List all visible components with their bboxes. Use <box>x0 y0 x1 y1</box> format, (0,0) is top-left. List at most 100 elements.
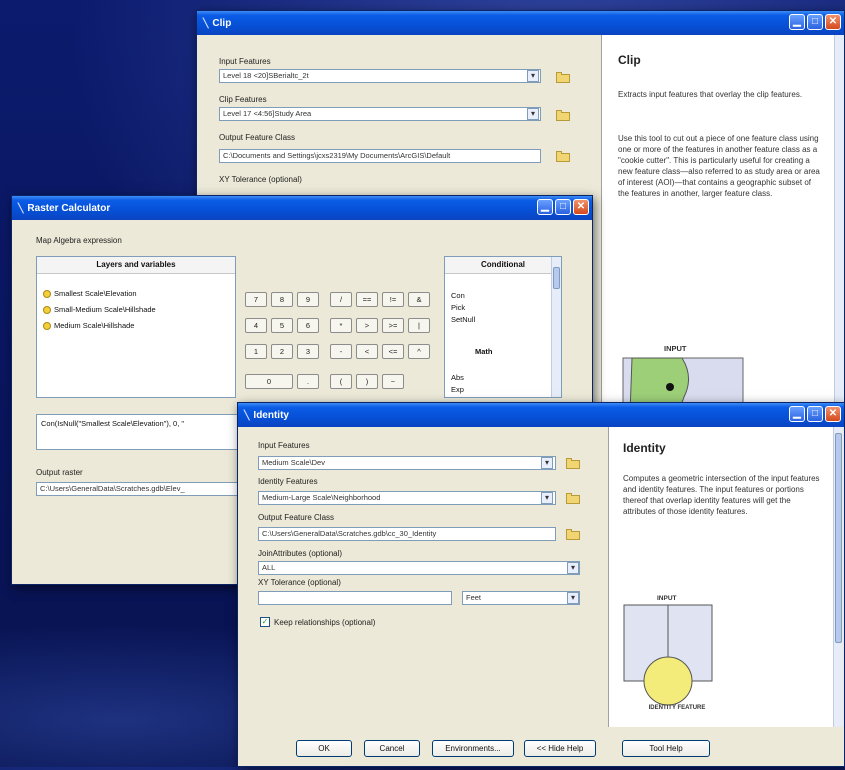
identity-features-label: Identity Features <box>258 477 318 486</box>
output-feature-class-field[interactable]: C:\Documents and Settings\jcxs2319\My Do… <box>219 149 541 163</box>
key-button[interactable]: 8 <box>271 292 293 307</box>
identity-titlebar[interactable]: ╲ Identity ▁ □ ✕ <box>238 403 844 427</box>
maximize-button[interactable]: □ <box>807 14 823 30</box>
clip-features-browse-icon[interactable] <box>555 108 571 122</box>
input-features-label: Input Features <box>219 57 271 66</box>
join-attributes-dropdown[interactable]: ▾ <box>567 562 579 574</box>
identity-features-field[interactable]: Medium-Large Scale\Neighborhood <box>258 491 556 505</box>
key-button[interactable]: 7 <box>245 292 267 307</box>
clip-features-label: Clip Features <box>219 95 267 104</box>
key-button[interactable]: - <box>330 344 352 359</box>
maximize-button[interactable]: □ <box>807 406 823 422</box>
key-button[interactable]: <= <box>382 344 404 359</box>
expression-box[interactable]: Con(IsNull("Smallest Scale\Elevation"), … <box>36 414 246 450</box>
key-button[interactable]: 2 <box>271 344 293 359</box>
join-attributes-label: JoinAttributes (optional) <box>258 549 343 558</box>
key-button[interactable]: 6 <box>297 318 319 333</box>
input-features-dropdown[interactable]: ▾ <box>541 457 553 469</box>
cancel-button[interactable]: Cancel <box>364 740 420 757</box>
raster-layer-icon <box>43 290 51 299</box>
clip-features-dropdown[interactable]: ▾ <box>527 108 539 120</box>
input-features-browse-icon[interactable] <box>565 456 581 470</box>
identity-help-scrollbar[interactable] <box>833 427 843 727</box>
tool-icon: ╲ <box>203 17 209 28</box>
clip-titlebar[interactable]: ╲ Clip ▁ □ ✕ <box>197 11 844 35</box>
key-button[interactable]: ~ <box>382 374 404 389</box>
key-button[interactable]: 4 <box>245 318 267 333</box>
keep-relationships-checkbox[interactable]: ✓ <box>260 617 270 627</box>
identity-features-browse-icon[interactable] <box>565 491 581 505</box>
input-features-browse-icon[interactable] <box>555 70 571 84</box>
environments-button[interactable]: Environments... <box>432 740 514 757</box>
tool-item[interactable]: SetNull <box>451 315 475 324</box>
key-button[interactable]: * <box>330 318 352 333</box>
raster-layer-icon <box>43 306 51 315</box>
key-button[interactable]: 9 <box>297 292 319 307</box>
key-button[interactable]: ( <box>330 374 352 389</box>
scrollbar-thumb[interactable] <box>553 267 560 289</box>
join-attributes-select[interactable]: ALL <box>258 561 580 575</box>
conditional-header: Conditional <box>445 257 561 274</box>
key-button[interactable]: > <box>356 318 378 333</box>
layer-item[interactable]: Smallest Scale\Elevation <box>43 289 137 299</box>
output-browse-icon[interactable] <box>555 149 571 163</box>
math-header: Math <box>475 347 493 356</box>
key-button[interactable]: / <box>330 292 352 307</box>
units-select[interactable]: Feet <box>462 591 580 605</box>
identity-diagram-identity-label: IDENTITY FEATURE <box>648 705 706 711</box>
output-feature-class-label: Output Feature Class <box>219 133 296 142</box>
units-dropdown[interactable]: ▾ <box>567 592 579 604</box>
close-button[interactable]: ✕ <box>573 199 589 215</box>
key-button[interactable]: >= <box>382 318 404 333</box>
key-button[interactable]: 0 <box>245 374 293 389</box>
output-browse-icon[interactable] <box>565 527 581 541</box>
maximize-button[interactable]: □ <box>555 199 571 215</box>
clip-help-scrollbar[interactable] <box>834 35 844 411</box>
tools-scrollbar[interactable] <box>551 257 561 397</box>
identity-features-dropdown[interactable]: ▾ <box>541 492 553 504</box>
close-button[interactable]: ✕ <box>825 406 841 422</box>
key-button[interactable]: < <box>356 344 378 359</box>
tool-help-button[interactable]: Tool Help <box>622 740 710 757</box>
raster-titlebar[interactable]: ╲ Raster Calculator ▁ □ ✕ <box>12 196 592 220</box>
ok-button[interactable]: OK <box>296 740 352 757</box>
key-button[interactable]: == <box>356 292 378 307</box>
minimize-button[interactable]: ▁ <box>789 14 805 30</box>
key-button[interactable]: ^ <box>408 344 430 359</box>
clip-help-pane: Clip Extracts input features that overla… <box>601 35 844 415</box>
key-button[interactable]: & <box>408 292 430 307</box>
key-button[interactable]: 1 <box>245 344 267 359</box>
clip-title: Clip <box>212 17 232 29</box>
key-button[interactable]: | <box>408 318 430 333</box>
output-raster-field[interactable]: C:\Users\GeneralData\Scratches.gdb\Elev_ <box>36 482 246 496</box>
tool-item[interactable]: Exp <box>451 385 464 394</box>
key-button[interactable]: 5 <box>271 318 293 333</box>
identity-help-title: Identity <box>623 441 666 455</box>
key-button[interactable]: . <box>297 374 319 389</box>
output-feature-class-field[interactable]: C:\Users\GeneralData\Scratches.gdb\cc_30… <box>258 527 556 541</box>
input-features-dropdown[interactable]: ▾ <box>527 70 539 82</box>
identity-dialog: ╲ Identity ▁ □ ✕ Input Features Medium S… <box>237 402 845 767</box>
tool-item[interactable]: Pick <box>451 303 465 312</box>
layer-item[interactable]: Medium Scale\Hillshade <box>43 321 134 331</box>
xy-tolerance-field[interactable] <box>258 591 452 605</box>
raster-layer-icon <box>43 322 51 331</box>
minimize-button[interactable]: ▁ <box>789 406 805 422</box>
tool-item[interactable]: Abs <box>451 373 464 382</box>
output-feature-class-label: Output Feature Class <box>258 513 335 522</box>
tool-item[interactable]: Con <box>451 291 465 300</box>
expression-text: Con(IsNull("Smallest Scale\Elevation"), … <box>41 419 185 428</box>
key-button[interactable]: ) <box>356 374 378 389</box>
clip-features-field[interactable]: Level 17 <4:56]Study Area <box>219 107 541 121</box>
minimize-button[interactable]: ▁ <box>537 199 553 215</box>
hide-help-button[interactable]: << Hide Help <box>524 740 596 757</box>
key-button[interactable]: != <box>382 292 404 307</box>
clip-help-title: Clip <box>618 53 641 67</box>
clip-diagram-label: INPUT <box>664 344 687 353</box>
input-features-field[interactable]: Level 18 <20]SBerialtc_2t <box>219 69 541 83</box>
key-button[interactable]: 3 <box>297 344 319 359</box>
close-button[interactable]: ✕ <box>825 14 841 30</box>
scrollbar-thumb[interactable] <box>835 433 842 643</box>
input-features-field[interactable]: Medium Scale\Dev <box>258 456 556 470</box>
layer-item[interactable]: Small-Medium Scale\Hillshade <box>43 305 156 315</box>
